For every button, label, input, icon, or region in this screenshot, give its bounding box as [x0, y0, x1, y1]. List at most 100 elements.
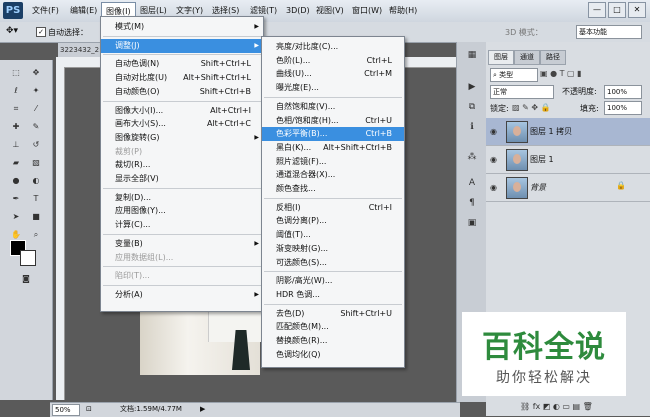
- marquee-tool-icon[interactable]: ⬚: [8, 66, 24, 79]
- layer-footer-icons[interactable]: ⛓ fx ◩ ◐ ▭ ▤ 🗑: [520, 402, 593, 411]
- menu-item[interactable]: 自然饱和度(V)...: [262, 100, 404, 114]
- menu-item[interactable]: 复制(D)...: [101, 191, 263, 205]
- menu-item[interactable]: 颜色查找...: [262, 182, 404, 196]
- layer-row[interactable]: ◉ 图层 1: [486, 146, 650, 174]
- menu-0[interactable]: 文件(F): [28, 2, 63, 20]
- maximize-button[interactable]: □: [608, 2, 626, 18]
- menu-item[interactable]: 应用数据组(L)...: [101, 251, 263, 265]
- gradient-icon[interactable]: ▧: [28, 156, 44, 169]
- menu-item[interactable]: 可选颜色(S)...: [262, 256, 404, 270]
- background-color-swatch[interactable]: [20, 250, 36, 266]
- menu-9[interactable]: 窗口(W): [348, 2, 386, 20]
- crop-tool-icon[interactable]: ⌗: [8, 102, 24, 115]
- menu-item[interactable]: 反相(I) Ctrl+I: [262, 201, 404, 215]
- tab-paths[interactable]: 路径: [540, 50, 566, 65]
- auto-select-checkbox[interactable]: ✓: [36, 27, 46, 37]
- zoom-level-field[interactable]: 50%: [52, 404, 80, 416]
- menu-item[interactable]: 调整(J) ▶: [101, 38, 263, 53]
- tab-channels[interactable]: 通道: [514, 50, 540, 65]
- move-tool-icon[interactable]: ✥▾: [6, 26, 18, 36]
- menu-item[interactable]: 匹配颜色(M)...: [262, 320, 404, 334]
- layer-filter-select[interactable]: ⌕ 类型: [490, 68, 538, 82]
- menu-item[interactable]: 阴影/高光(W)...: [262, 274, 404, 288]
- eye-icon[interactable]: ◉: [490, 127, 497, 136]
- type-panel-icon[interactable]: A: [464, 178, 480, 190]
- menu-item[interactable]: 阈值(T)...: [262, 228, 404, 242]
- quick-mask-icon[interactable]: ◙: [18, 272, 34, 285]
- menu-item[interactable]: 色彩平衡(B)... Ctrl+B: [262, 127, 404, 142]
- paragraph-icon[interactable]: ¶: [464, 198, 480, 210]
- layer-row[interactable]: ◉ 图层 1 拷贝: [486, 118, 650, 146]
- menu-item[interactable]: 曝光度(E)...: [262, 81, 404, 95]
- dodge-tool-icon[interactable]: ◐: [28, 174, 44, 187]
- workspace-select[interactable]: 基本功能: [576, 25, 642, 39]
- type-tool-icon[interactable]: T: [28, 192, 44, 205]
- menu-item[interactable]: HDR 色调...: [262, 288, 404, 302]
- brush-tool-icon[interactable]: ✎: [28, 120, 44, 133]
- eyedropper-icon[interactable]: ⁄: [28, 102, 44, 115]
- eye-icon[interactable]: ◉: [490, 155, 497, 164]
- menu-item[interactable]: 自动色调(N) Shift+Ctrl+L: [101, 57, 263, 71]
- menu-item[interactable]: 图像大小(I)... Alt+Ctrl+I: [101, 104, 263, 118]
- menu-7[interactable]: 3D(D): [282, 2, 314, 20]
- history-brush-icon[interactable]: ↺: [28, 138, 44, 151]
- info-icon[interactable]: ℹ: [464, 122, 480, 134]
- filter-icons[interactable]: ▣ ● T ▢ ▮: [540, 69, 582, 78]
- fill-field[interactable]: 100%: [604, 101, 642, 115]
- shape-tool-icon[interactable]: ■: [28, 210, 44, 223]
- menu-10[interactable]: 帮助(H): [385, 2, 421, 20]
- opacity-field[interactable]: 100%: [604, 85, 642, 99]
- menu-item[interactable]: 分析(A) ▶: [101, 288, 263, 302]
- eraser-icon[interactable]: ▰: [8, 156, 24, 169]
- menu-item[interactable]: 裁剪(P): [101, 145, 263, 159]
- menu-item[interactable]: 裁切(R)...: [101, 158, 263, 172]
- menu-item[interactable]: 自动颜色(O) Shift+Ctrl+B: [101, 85, 263, 99]
- menu-item[interactable]: 照片滤镜(F)...: [262, 155, 404, 169]
- styles-panel-icon[interactable]: ▣: [464, 218, 480, 230]
- menu-item[interactable]: 曲线(U)... Ctrl+M: [262, 67, 404, 81]
- history-icon[interactable]: ⧉: [464, 102, 480, 114]
- menu-item[interactable]: 陷印(T)...: [101, 269, 263, 283]
- menu-item[interactable]: 应用图像(Y)...: [101, 204, 263, 218]
- menu-item[interactable]: 计算(C)...: [101, 218, 263, 232]
- menu-item[interactable]: 画布大小(S)... Alt+Ctrl+C: [101, 117, 263, 131]
- menu-item[interactable]: 亮度/对比度(C)...: [262, 40, 404, 54]
- layer-row[interactable]: ◉ 背景 🔒: [486, 174, 650, 202]
- magic-wand-icon[interactable]: ✦: [28, 84, 44, 97]
- menu-item[interactable]: 通道混合器(X)...: [262, 168, 404, 182]
- brush-panel-icon[interactable]: ⁂: [464, 152, 480, 164]
- menu-item[interactable]: 去色(D) Shift+Ctrl+U: [262, 307, 404, 321]
- blend-mode-select[interactable]: 正常: [490, 85, 554, 99]
- menu-item[interactable]: 图像旋转(G) ▶: [101, 131, 263, 145]
- move-tool-icon[interactable]: ✥: [28, 66, 44, 79]
- lock-icons[interactable]: ▨ ✎ ✥ 🔒: [512, 103, 551, 112]
- clone-stamp-icon[interactable]: ⊥: [8, 138, 24, 151]
- color-panel-icon[interactable]: ▦: [464, 50, 480, 62]
- close-button[interactable]: ✕: [628, 2, 646, 18]
- menu-item[interactable]: 黑白(K)... Alt+Shift+Ctrl+B: [262, 141, 404, 155]
- menu-item[interactable]: 变量(B) ▶: [101, 237, 263, 251]
- menu-item[interactable]: 色相/饱和度(H)... Ctrl+U: [262, 114, 404, 128]
- menu-item[interactable]: 显示全部(V): [101, 172, 263, 186]
- menu-item[interactable]: 替换颜色(R)...: [262, 334, 404, 348]
- lasso-tool-icon[interactable]: ℓ: [8, 84, 24, 97]
- menu-item[interactable]: 模式(M) ▶: [101, 20, 263, 34]
- document-tab[interactable]: 3223432_2: [58, 43, 102, 57]
- path-select-icon[interactable]: ➤: [8, 210, 24, 223]
- healing-brush-icon[interactable]: ✚: [8, 120, 24, 133]
- status-arrow-icon[interactable]: ▶: [200, 403, 205, 416]
- zoom-tool-icon[interactable]: ⌕: [28, 228, 44, 241]
- minimize-button[interactable]: —: [588, 2, 606, 18]
- play-icon[interactable]: ▶: [464, 82, 480, 94]
- menu-8[interactable]: 视图(V): [312, 2, 348, 20]
- menu-item[interactable]: 色调分离(P)...: [262, 214, 404, 228]
- menu-item[interactable]: 自动对比度(U) Alt+Shift+Ctrl+L: [101, 71, 263, 85]
- pen-tool-icon[interactable]: ✒: [8, 192, 24, 205]
- document-info[interactable]: 文档:1.59M/4.77M: [120, 403, 182, 416]
- blur-tool-icon[interactable]: ●: [8, 174, 24, 187]
- tab-layers[interactable]: 图层: [488, 50, 514, 65]
- menu-item[interactable]: 渐变映射(G)...: [262, 242, 404, 256]
- menu-item[interactable]: 色调均化(Q): [262, 348, 404, 362]
- eye-icon[interactable]: ◉: [490, 183, 497, 192]
- menu-item[interactable]: 色阶(L)... Ctrl+L: [262, 54, 404, 68]
